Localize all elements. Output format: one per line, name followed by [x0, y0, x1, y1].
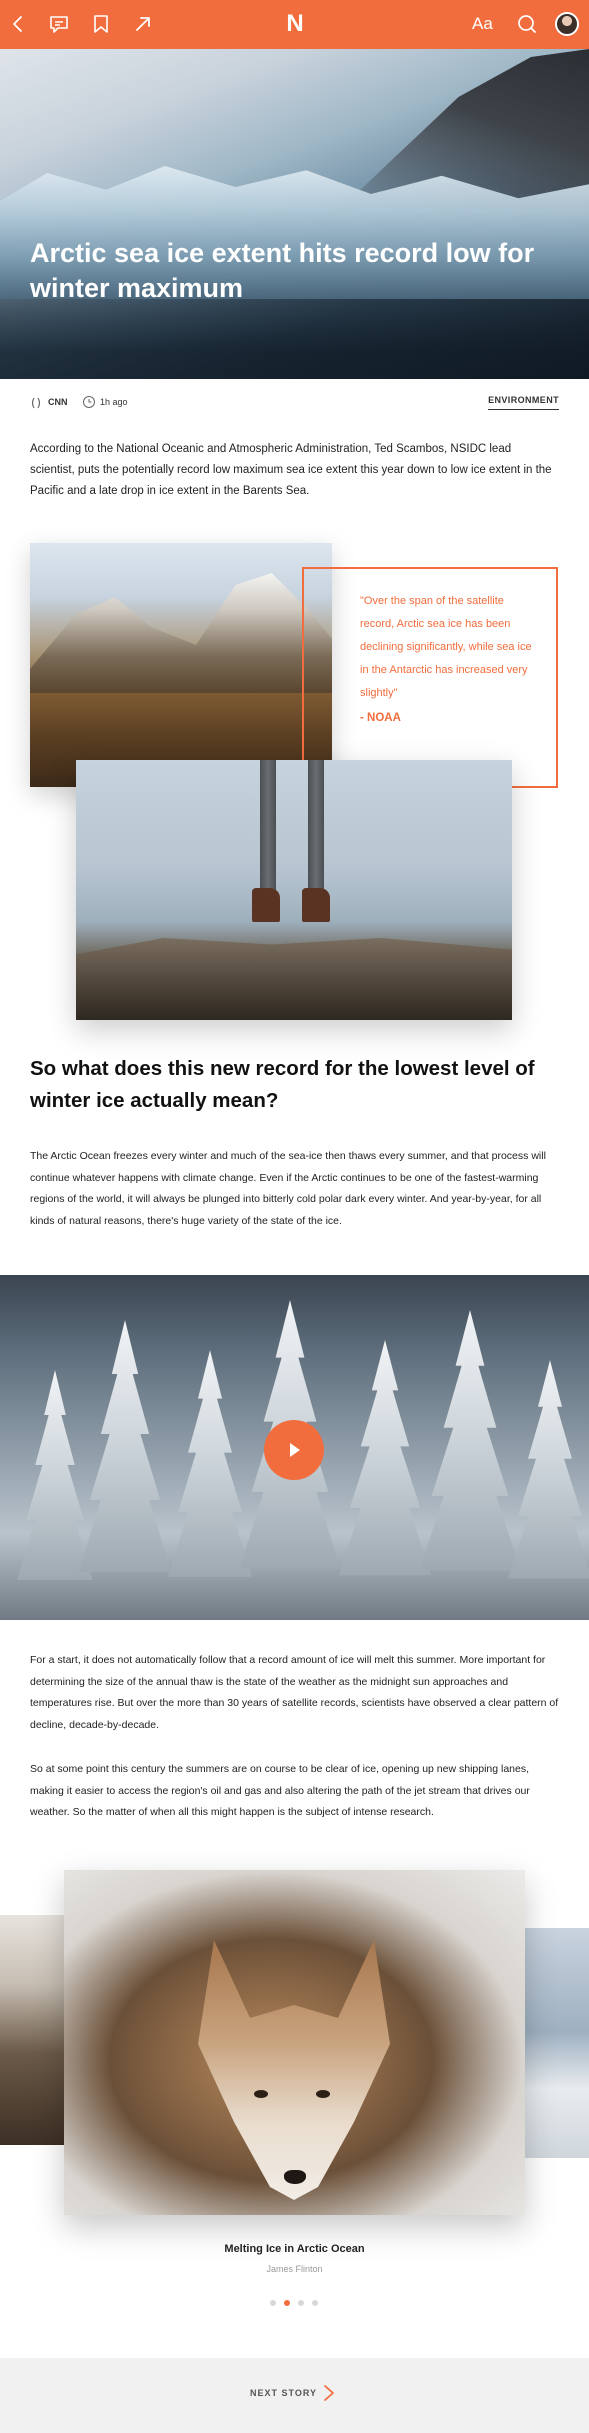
avatar[interactable] — [555, 12, 579, 36]
mountain-photo — [30, 543, 332, 787]
share-icon[interactable] — [131, 12, 155, 36]
gallery-prev-image[interactable] — [0, 1915, 64, 2145]
gallery-dot[interactable] — [270, 2300, 276, 2306]
bookmark-icon[interactable] — [89, 12, 113, 36]
hero-image — [0, 49, 589, 379]
gallery-dot-active[interactable] — [284, 2300, 290, 2306]
top-bar: N Aa — [0, 0, 589, 49]
section-heading: So what does this new record for the low… — [30, 1057, 535, 1112]
text-size-icon[interactable]: Aa — [472, 13, 493, 35]
clock-icon — [83, 396, 95, 408]
logo[interactable]: N — [281, 10, 309, 38]
body-paragraph: For a start, it does not automatically f… — [30, 1654, 559, 1731]
chevron-right-icon[interactable] — [322, 2383, 336, 2403]
gallery-dot[interactable] — [298, 2300, 304, 2306]
search-icon[interactable] — [515, 12, 539, 36]
publish-time: 1h ago — [100, 397, 128, 407]
category-tag[interactable]: ENVIRONMENT — [488, 395, 559, 410]
gallery-credit: James Flinton — [266, 2264, 323, 2274]
gallery-next-image[interactable] — [525, 1928, 589, 2158]
source-label[interactable]: CNN — [48, 397, 68, 407]
source-icon — [31, 397, 41, 409]
pull-quote: "Over the span of the satellite record, … — [360, 595, 532, 699]
hiker-photo — [76, 760, 512, 1020]
gallery-dot[interactable] — [312, 2300, 318, 2306]
quote-source: - NOAA — [360, 712, 401, 724]
comment-icon[interactable] — [47, 12, 71, 36]
back-icon[interactable] — [6, 12, 30, 36]
footer: NEXT STORY — [0, 2358, 589, 2433]
gallery-main-image[interactable] — [64, 1870, 525, 2215]
article-title: Arctic sea ice extent hits record low fo… — [30, 238, 535, 303]
body-paragraph: So at some point this century the summer… — [30, 1763, 530, 1818]
gallery-pagination — [270, 2299, 320, 2307]
article-meta: CNN 1h ago ENVIRONMENT — [30, 393, 559, 413]
gallery-caption: Melting Ice in Arctic Ocean — [224, 2243, 365, 2255]
play-button[interactable] — [264, 1420, 324, 1480]
body-paragraph: The Arctic Ocean freezes every winter an… — [30, 1150, 546, 1227]
next-story-link[interactable]: NEXT STORY — [250, 2388, 317, 2398]
intro-paragraph: According to the National Oceanic and At… — [30, 443, 552, 497]
